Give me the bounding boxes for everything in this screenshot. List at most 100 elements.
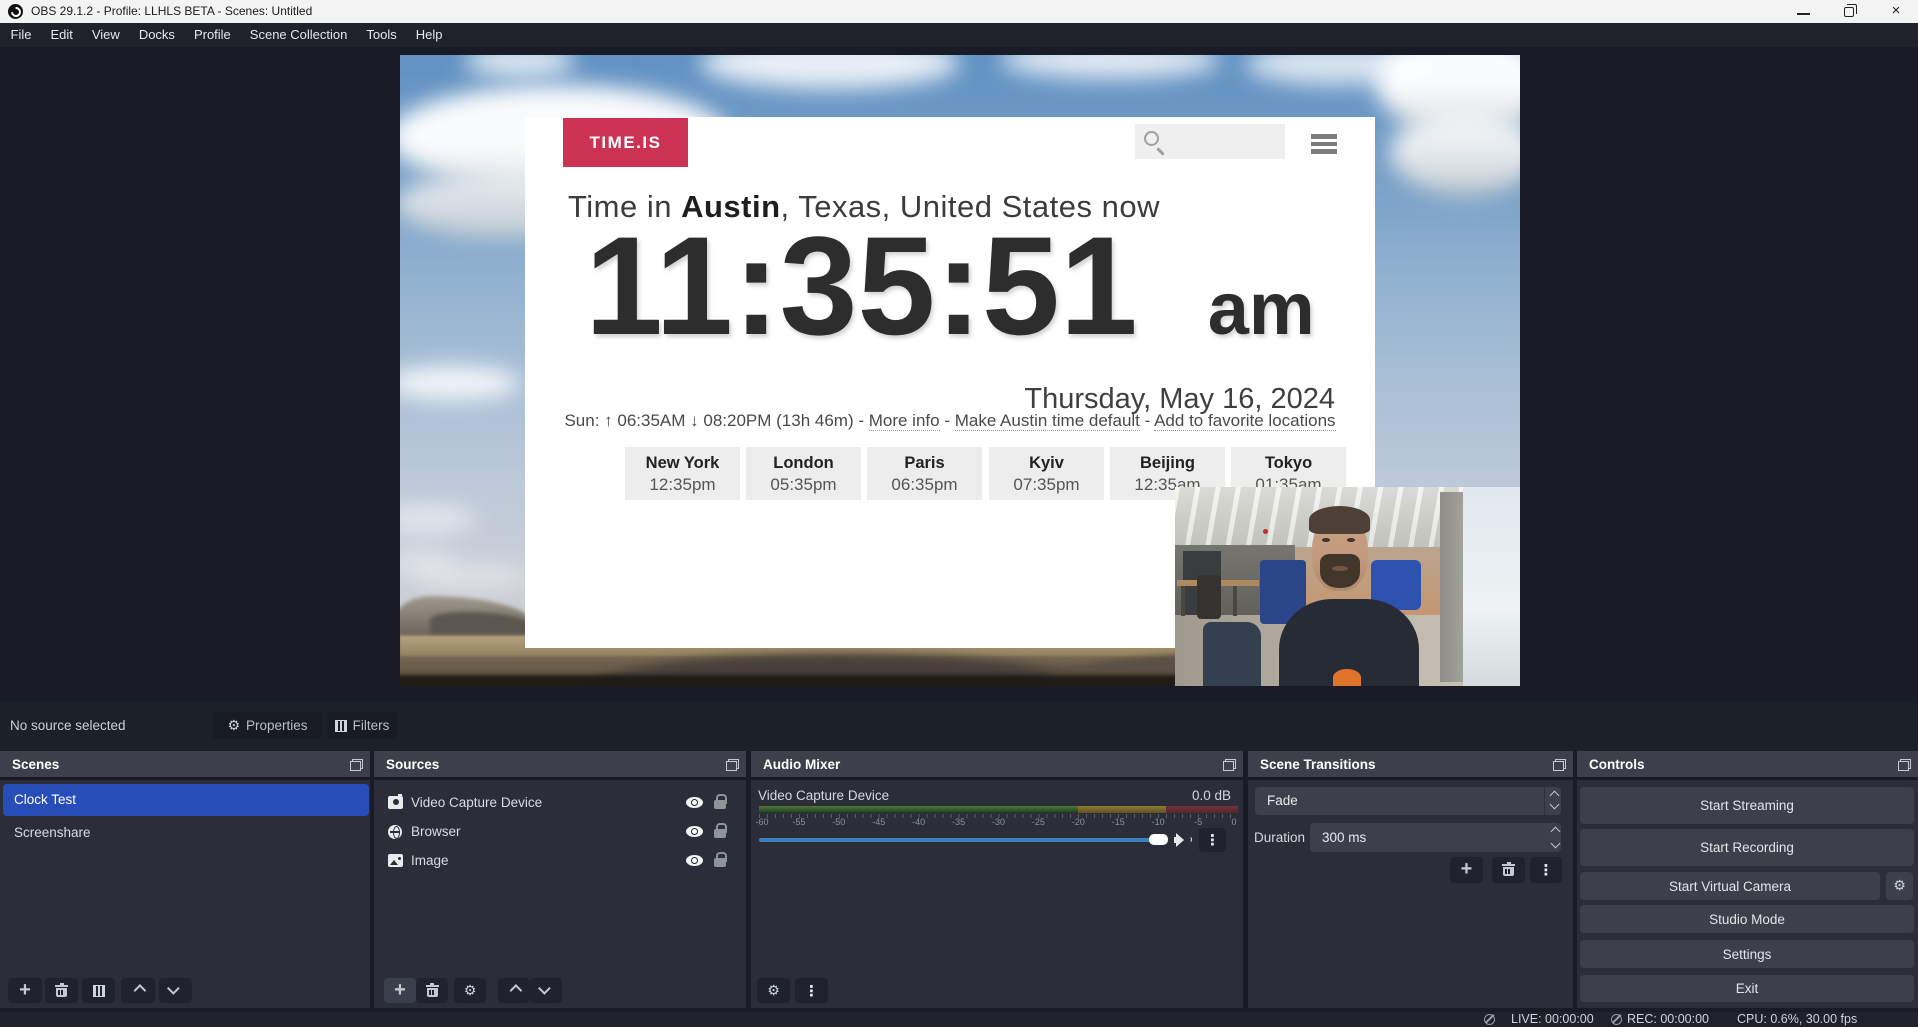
city-london[interactable]: London05:35pm [746,447,861,500]
duration-input[interactable]: 300 ms [1310,823,1561,852]
cloud [465,55,575,77]
menu-profile[interactable]: Profile [184,23,240,47]
studio-mode-button[interactable]: Studio Mode [1580,905,1914,933]
speaker-icon[interactable] [1174,833,1190,846]
scene-item-clock-test[interactable]: Clock Test [3,784,369,816]
cloud [1390,110,1520,195]
timeis-logo[interactable]: TIME.IS [563,118,688,167]
menu-file[interactable]: File [1,23,41,47]
virtual-camera-settings-button[interactable]: ⚙ [1886,872,1913,900]
image-icon [388,854,403,867]
webcam-chair [1197,575,1221,619]
transition-select[interactable]: Fade [1255,787,1561,815]
close-button[interactable]: × [1873,0,1918,23]
source-down-button[interactable] [530,978,562,1003]
scene-up-button[interactable] [121,978,155,1003]
source-item-video-capture[interactable]: Video Capture Device [374,788,748,817]
menu-edit[interactable]: Edit [41,23,82,47]
visibility-icon[interactable] [686,855,703,866]
scene-item-screenshare[interactable]: Screenshare [3,817,369,849]
popout-icon[interactable] [1223,759,1236,771]
add-scene-button[interactable]: + [8,978,42,1003]
restore-button[interactable] [1827,0,1873,23]
menu-help[interactable]: Help [406,23,452,47]
add-transition-button[interactable]: + [1450,857,1483,883]
filters-button[interactable]: Filters [327,712,397,739]
add-favorite-link[interactable]: Add to favorite locations [1154,411,1335,431]
rec-status-icon [1611,1014,1622,1025]
more-info-link[interactable]: More info [869,411,940,431]
scene-down-button[interactable] [159,978,192,1003]
menubar: File Edit View Docks Profile Scene Colle… [0,23,1918,47]
add-source-button[interactable]: + [384,978,416,1003]
visibility-icon[interactable] [686,826,703,837]
start-recording-button[interactable]: Start Recording [1580,829,1914,866]
scene-filters-button[interactable] [82,978,115,1003]
timeis-sun-line: Sun: ↑ 06:35AM ↓ 08:20PM (13h 46m) - Mor… [525,411,1375,431]
lock-icon[interactable] [714,829,726,838]
webcam-hoodie-logo [1333,669,1361,686]
transition-options-button[interactable]: ⋮ [1530,857,1562,883]
popout-icon[interactable] [350,759,363,771]
controls-dock-header[interactable]: Controls [1577,751,1918,780]
webcam-person-eye [1322,538,1330,542]
transitions-dock: Scene Transitions Fade Duration 300 ms +… [1248,751,1573,1008]
popout-icon[interactable] [1898,759,1911,771]
mixer-dock-header[interactable]: Audio Mixer [751,751,1243,780]
source-properties-button[interactable]: ⚙ [454,978,486,1003]
hamburger-menu-icon[interactable] [1311,134,1337,154]
menu-scene-collection[interactable]: Scene Collection [240,23,357,47]
city-kyiv[interactable]: Kyiv07:35pm [989,447,1104,500]
properties-button[interactable]: ⚙Properties [213,712,322,739]
menu-view[interactable]: View [82,23,129,47]
cloud [400,505,475,533]
menu-docks[interactable]: Docks [129,23,184,47]
volume-slider-handle[interactable] [1149,834,1168,845]
visibility-icon[interactable] [686,797,703,808]
webcam-person-hair [1309,506,1370,534]
webcam-person-beard [1320,554,1360,588]
duration-spinner[interactable] [1550,825,1560,847]
preview-area: TIME.IS Time in Austin, Texas, United St… [0,47,1918,702]
source-up-button[interactable] [498,978,530,1003]
make-default-link[interactable]: Make Austin time default [955,411,1140,431]
city-paris[interactable]: Paris06:35pm [867,447,982,500]
source-item-image[interactable]: Image [374,846,748,875]
start-virtual-camera-button[interactable]: Start Virtual Camera [1580,872,1880,900]
controls-dock: Controls Start Streaming Start Recording… [1577,751,1918,1008]
cloud [1000,55,1220,79]
program-canvas[interactable]: TIME.IS Time in Austin, Texas, United St… [400,55,1520,686]
city-new-york[interactable]: New York12:35pm [625,447,740,500]
start-streaming-button[interactable]: Start Streaming [1580,787,1914,824]
scenes-dock-header[interactable]: Scenes [0,751,370,780]
audio-mixer-dock: Audio Mixer Video Capture Device 0.0 dB … [751,751,1243,1008]
search-box[interactable] [1135,124,1285,159]
cloud [700,55,960,89]
mixer-settings-button[interactable]: ⚙ [757,978,790,1003]
titlebar: OBS 29.1.2 - Profile: LLHLS BETA - Scene… [0,0,1918,23]
lock-icon[interactable] [714,800,726,809]
exit-button[interactable]: Exit [1580,975,1914,1002]
popout-icon[interactable] [726,759,739,771]
window-title: OBS 29.1.2 - Profile: LLHLS BETA - Scene… [31,0,312,23]
settings-button[interactable]: Settings [1580,940,1914,968]
mixer-db-label: 0.0 dB [1192,788,1231,803]
webcam-person-mouth-area [1332,566,1348,571]
live-status-icon [1484,1014,1495,1025]
popout-icon[interactable] [1553,759,1566,771]
webcam-table-leg [1181,586,1185,616]
source-item-browser[interactable]: Browser [374,817,748,846]
remove-scene-button[interactable] [45,978,78,1003]
mixer-options-button[interactable]: ⋮ [1199,828,1226,852]
remove-transition-button[interactable] [1492,857,1525,883]
mixer-menu-button[interactable]: ⋮ [795,978,828,1003]
menu-tools[interactable]: Tools [357,23,406,47]
volume-meter [759,806,1238,813]
webcam-overlay [1175,487,1520,686]
volume-slider[interactable] [759,838,1160,842]
remove-source-button[interactable] [416,978,448,1003]
transitions-dock-header[interactable]: Scene Transitions [1248,751,1573,780]
sources-dock-header[interactable]: Sources [374,751,746,780]
minimize-button[interactable] [1781,0,1827,23]
lock-icon[interactable] [714,858,726,867]
